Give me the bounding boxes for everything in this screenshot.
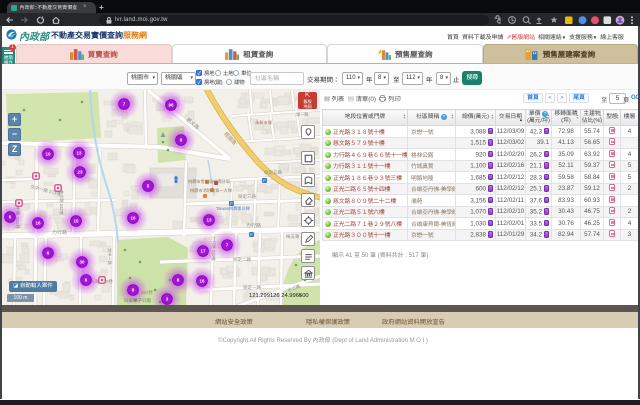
svg-text:15: 15 bbox=[73, 219, 79, 224]
svg-text:10: 10 bbox=[45, 152, 51, 157]
svg-text:17: 17 bbox=[200, 249, 206, 254]
svg-text:永和市場: 永和市場 bbox=[255, 120, 273, 125]
svg-text:13: 13 bbox=[76, 151, 82, 156]
svg-text:Taiwan桃園憲兵隊: Taiwan桃園憲兵隊 bbox=[216, 206, 251, 211]
svg-text:13: 13 bbox=[206, 218, 212, 223]
svg-text:16: 16 bbox=[199, 279, 205, 284]
svg-text:保定一路: 保定一路 bbox=[243, 285, 261, 290]
svg-text:梅五路: 梅五路 bbox=[286, 234, 300, 239]
svg-text:P: P bbox=[263, 178, 266, 183]
svg-text:16: 16 bbox=[35, 221, 41, 226]
svg-text:30: 30 bbox=[79, 260, 85, 265]
svg-text:16: 16 bbox=[130, 216, 136, 221]
svg-text:桃園市警察局桃園分局: 桃園市警察局桃園分局 bbox=[188, 179, 230, 184]
svg-text:力行路: 力行路 bbox=[246, 222, 261, 229]
svg-text:保定五路: 保定五路 bbox=[264, 170, 282, 175]
svg-text:保定二路: 保定二路 bbox=[233, 257, 251, 262]
svg-text:96: 96 bbox=[168, 103, 174, 108]
svg-text:保定三路: 保定三路 bbox=[238, 194, 256, 199]
svg-text:慈文路 242巷: 慈文路 242巷 bbox=[59, 190, 64, 216]
svg-text:P: P bbox=[250, 232, 253, 237]
svg-text:桃園市消防局第一大隊: 桃園市消防局第一大隊 bbox=[190, 188, 233, 193]
svg-text:文中一路: 文中一路 bbox=[107, 248, 112, 266]
svg-text:第一路: 第一路 bbox=[296, 112, 309, 117]
svg-text:23: 23 bbox=[77, 170, 83, 175]
